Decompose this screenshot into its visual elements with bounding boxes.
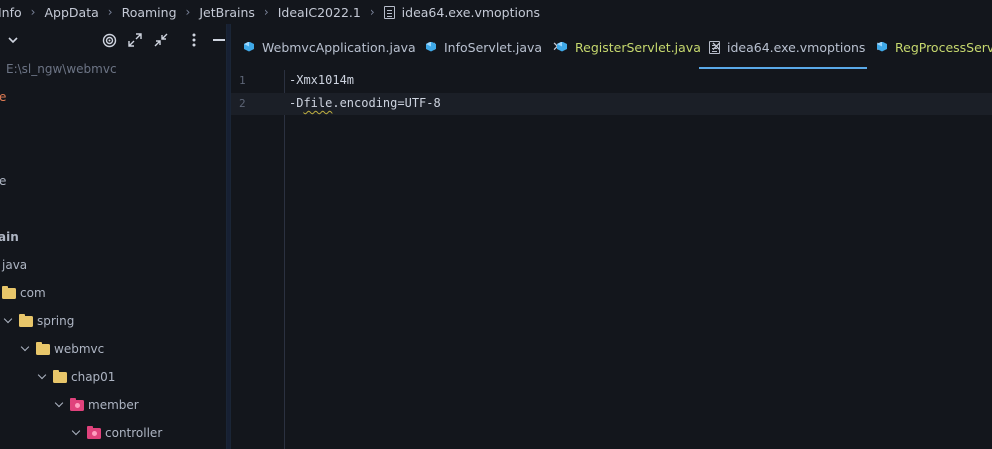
tree-item-controller[interactable]: controller (70, 423, 162, 443)
tab-registerservlet[interactable]: RegisterServlet.java ✕ (556, 24, 722, 70)
code-text: -Xmx1014m (289, 73, 355, 87)
tree-item-label: com (20, 286, 46, 300)
tab-regprocessservlet[interactable]: RegProcessServlet.java (876, 24, 992, 70)
more-vert-icon[interactable] (185, 31, 203, 49)
tab-label: WebmvcApplication.java (262, 39, 416, 55)
editor-tabs: WebmvcApplication.java ✕ InfoServlet.jav… (231, 24, 992, 70)
breadcrumb-item-jetbrains[interactable]: JetBrains (199, 5, 255, 20)
chevron-down-icon[interactable] (19, 343, 31, 355)
tree-item-fragment[interactable]: e (0, 171, 6, 191)
collapse-icon[interactable] (152, 31, 170, 49)
tree-item-label: controller (105, 426, 163, 440)
typo-warning-token: file (303, 96, 333, 110)
tree-item-label: e (0, 174, 7, 188)
tree-item-member[interactable]: member (53, 395, 139, 415)
project-sidebar: E:\sl_ngw\webmvc e e ain java com spring… (0, 24, 228, 449)
project-path-text: E:\sl_ngw\webmvc (6, 62, 117, 76)
tree-item-com[interactable]: com (2, 283, 46, 303)
code-line[interactable]: 1 -Xmx1014m (231, 70, 992, 92)
breadcrumb: Info › AppData › Roaming › JetBrains › I… (0, 0, 992, 24)
tree-item-webmvc[interactable]: webmvc (19, 339, 104, 359)
tree-item-label: spring (37, 314, 75, 328)
tab-label: idea64.exe.vmoptions (727, 39, 866, 55)
target-icon[interactable] (100, 31, 118, 49)
java-class-icon (556, 41, 568, 54)
breadcrumb-label: idea64.exe.vmoptions (401, 4, 541, 20)
chevron-right-icon: › (263, 5, 269, 19)
breadcrumb-item-ideaic[interactable]: IdeaIC2022.1 (278, 5, 361, 20)
tree-item-java[interactable]: java (2, 255, 27, 275)
package-folder-icon (87, 425, 101, 439)
folder-icon (19, 313, 33, 327)
chevron-right-icon: › (185, 5, 191, 19)
breadcrumb-label: IdeaIC2022.1 (277, 4, 361, 20)
file-icon (383, 5, 395, 19)
tree-item-main[interactable]: ain (0, 227, 19, 247)
folder-icon (53, 369, 67, 383)
chevron-right-icon: › (107, 5, 113, 19)
package-folder-icon (70, 397, 84, 411)
java-class-icon (243, 41, 255, 54)
tree-item-chap01[interactable]: chap01 (36, 367, 115, 387)
java-class-icon (876, 41, 888, 54)
chevron-down-icon[interactable] (4, 31, 22, 49)
tree-item-fragment[interactable]: e (0, 87, 6, 107)
breadcrumb-item-roaming[interactable]: Roaming (122, 5, 177, 20)
active-tab-indicator (699, 67, 867, 69)
breadcrumb-item-vmoptions[interactable]: idea64.exe.vmoptions (383, 4, 541, 20)
tree-item-label: java (2, 258, 28, 272)
folder-icon (36, 341, 50, 355)
tab-infoservlet[interactable]: InfoServlet.java ✕ (425, 24, 563, 70)
line-number: 2 (239, 97, 246, 110)
gutter-separator (284, 70, 285, 449)
tab-label: RegProcessServlet.java (895, 39, 992, 55)
tab-label: RegisterServlet.java (575, 39, 701, 55)
chevron-right-icon: › (369, 5, 375, 19)
chevron-down-icon[interactable] (2, 315, 14, 327)
file-icon (709, 40, 720, 54)
tree-item-spring[interactable]: spring (2, 311, 74, 331)
sidebar-toolbar (0, 24, 228, 56)
breadcrumb-label: Roaming (121, 4, 177, 20)
breadcrumb-label: JetBrains (199, 4, 255, 20)
breadcrumb-item-info[interactable]: Info (0, 5, 22, 20)
chevron-down-icon[interactable] (36, 371, 48, 383)
tab-label: InfoServlet.java (444, 39, 543, 55)
breadcrumb-label: Info (0, 4, 22, 20)
project-path: E:\sl_ngw\webmvc (6, 59, 117, 79)
expand-icon[interactable] (126, 31, 144, 49)
folder-icon (2, 285, 16, 299)
code-editor[interactable]: 1 -Xmx1014m 2 -Dfile.encoding=UTF-8 (231, 70, 992, 449)
breadcrumb-item-appdata[interactable]: AppData (44, 5, 98, 20)
tree-item-label: member (88, 398, 139, 412)
code-token: .encoding=UTF-8 (332, 96, 441, 110)
tree-item-label: e (0, 90, 7, 104)
java-class-icon (425, 41, 437, 54)
tab-idea64-vmoptions[interactable]: idea64.exe.vmoptions ✕ (709, 24, 886, 70)
tab-webmvcapplication[interactable]: WebmvcApplication.java ✕ (243, 24, 437, 70)
chevron-down-icon[interactable] (70, 427, 82, 439)
code-line-current[interactable]: 2 -Dfile.encoding=UTF-8 (231, 93, 992, 115)
code-text: -Dfile.encoding=UTF-8 (289, 96, 441, 110)
tree-item-label: chap01 (71, 370, 116, 384)
breadcrumb-label: AppData (44, 4, 99, 20)
line-number: 1 (239, 74, 246, 87)
chevron-down-icon[interactable] (53, 399, 65, 411)
chevron-right-icon: › (30, 5, 36, 19)
tree-item-label: webmvc (54, 342, 105, 356)
code-token: -D (289, 96, 304, 110)
tree-item-label: ain (0, 230, 19, 244)
